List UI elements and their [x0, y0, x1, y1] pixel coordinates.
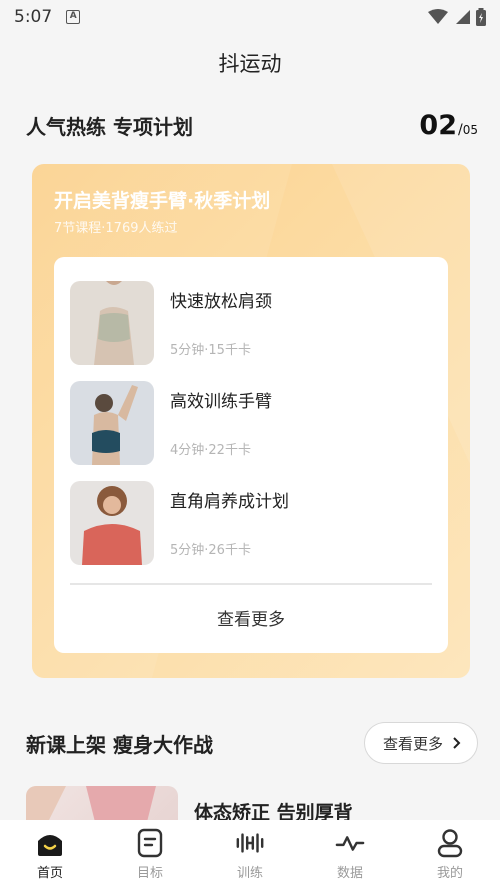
tab-label: 首页	[36, 866, 63, 881]
wifi-icon	[428, 9, 448, 24]
course-item[interactable]: 直角肩养成计划 5分钟·26千卡	[70, 481, 432, 567]
target-icon	[135, 828, 165, 858]
page-current: 02	[419, 109, 457, 141]
chart-icon	[335, 828, 365, 858]
status-icons	[428, 8, 486, 26]
battery-icon	[476, 8, 486, 26]
section-header-new-courses: 新课上架 瘦身大作战 查看更多	[26, 722, 478, 764]
dumbbell-icon	[235, 828, 265, 858]
view-more-button[interactable]: 查看更多	[54, 605, 448, 630]
course-name: 直角肩养成计划	[170, 492, 289, 512]
course-name: 高效训练手臂	[170, 392, 272, 412]
divider	[70, 583, 432, 585]
home-icon	[35, 828, 65, 858]
status-time: 5:07	[14, 7, 53, 27]
tab-profile[interactable]: 我的	[400, 820, 500, 888]
page-total: 05	[462, 122, 478, 137]
bottom-tab-bar: 首页 目标 训练 数据 我的	[0, 820, 500, 888]
tab-home[interactable]: 首页	[0, 820, 100, 888]
course-name: 快速放松肩颈	[170, 292, 272, 312]
notification-icon: A	[66, 10, 81, 24]
plan-card[interactable]: 开启美背瘦手臂·秋季计划 7节课程·1769人练过 快速放松肩颈 5分钟·15千…	[32, 164, 470, 678]
signal-icon	[456, 10, 470, 24]
tab-target[interactable]: 目标	[100, 820, 200, 888]
view-more-pill-button[interactable]: 查看更多	[363, 722, 478, 764]
section-header-popular-plans: 人气热练 专项计划 02 / 05	[26, 108, 478, 142]
course-thumbnail	[70, 481, 154, 565]
tab-label: 目标	[136, 866, 163, 881]
section-title: 新课上架 瘦身大作战	[26, 732, 213, 757]
section-title: 人气热练 专项计划	[26, 114, 193, 139]
tab-label: 训练	[236, 866, 263, 881]
app-title: 抖运动	[218, 52, 282, 76]
course-thumbnail	[70, 281, 154, 365]
course-item[interactable]: 快速放松肩颈 5分钟·15千卡	[70, 281, 432, 367]
profile-icon	[435, 828, 465, 858]
tab-data[interactable]: 数据	[300, 820, 400, 888]
course-thumbnail	[70, 381, 154, 465]
course-meta: 5分钟·15千卡	[170, 343, 251, 358]
course-meta: 4分钟·22千卡	[170, 443, 251, 458]
course-item[interactable]: 高效训练手臂 4分钟·22千卡	[70, 381, 432, 467]
tab-training[interactable]: 训练	[200, 820, 300, 888]
plan-title: 开启美背瘦手臂·秋季计划	[54, 190, 271, 212]
course-list: 快速放松肩颈 5分钟·15千卡 高效训练手臂 4分钟·22千卡 直角肩养成计划 …	[54, 257, 448, 653]
chevron-right-icon	[453, 737, 461, 749]
plan-subtitle: 7节课程·1769人练过	[54, 221, 178, 236]
view-more-label: 查看更多	[382, 734, 443, 753]
tab-label: 数据	[336, 866, 363, 881]
status-bar: 5:07 A	[0, 0, 500, 34]
page-indicator: 02 / 05	[419, 110, 478, 141]
tab-label: 我的	[436, 866, 463, 881]
course-meta: 5分钟·26千卡	[170, 543, 251, 558]
